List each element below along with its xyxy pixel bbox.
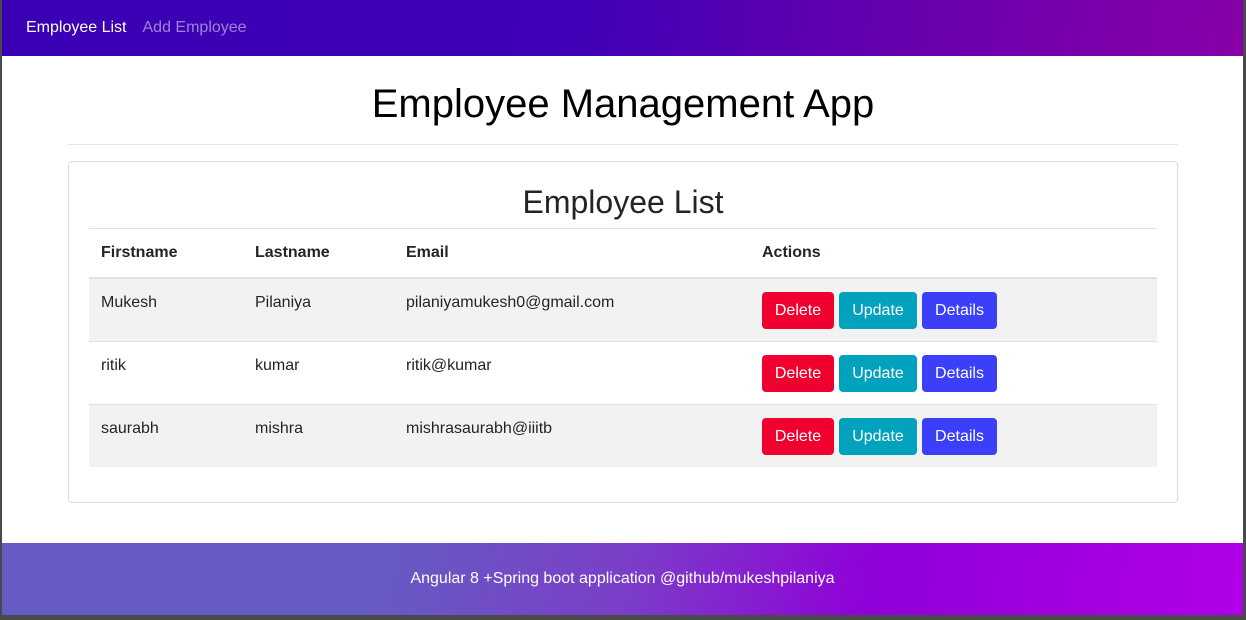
app-window: Employee List Add Employee Employee Mana… [2, 0, 1243, 615]
details-button[interactable]: Details [922, 292, 997, 329]
cell-lastname: mishra [243, 403, 394, 467]
update-button[interactable]: Update [839, 292, 917, 329]
navbar: Employee List Add Employee [2, 0, 1243, 56]
footer-text: Angular 8 +Spring boot application @gith… [410, 570, 835, 587]
cell-lastname: Pilaniya [255, 294, 312, 311]
cell-lastname: kumar [243, 340, 394, 404]
employee-list-card: Employee List Firstname Lastname Email A… [68, 161, 1178, 503]
update-button[interactable]: Update [839, 354, 917, 392]
cell-email: pilaniyamukesh0@gmail.com [406, 294, 615, 311]
details-button[interactable]: Details [922, 354, 997, 392]
title-divider [68, 144, 1178, 145]
details-button[interactable]: Details [922, 417, 997, 455]
table-header-row: Firstname Lastname Email Actions [89, 229, 1157, 279]
employee-list-title: Employee List [522, 184, 724, 220]
column-header-email: Email [394, 229, 750, 279]
delete-button[interactable]: Delete [762, 292, 834, 329]
cell-email: ritik@kumar [394, 340, 750, 404]
cell-firstname: saurabh [89, 403, 243, 467]
cell-actions: Delete Update Details [750, 403, 1157, 467]
nav-link-employee-list[interactable]: Employee List [26, 19, 127, 37]
table-row: ritik kumar ritik@kumar Delete Update Deta… [89, 340, 1157, 404]
cell-firstname: ritik [89, 340, 243, 404]
page-title: Employee Management App [371, 82, 875, 126]
footer: Angular 8 +Spring boot application @gith… [2, 543, 1243, 615]
cell-email: mishrasaurabh@iiitb [394, 403, 750, 467]
delete-button[interactable]: Delete [762, 354, 834, 392]
update-button[interactable]: Update [839, 417, 917, 455]
delete-button[interactable]: Delete [762, 417, 834, 455]
column-header-firstname: Firstname [89, 229, 243, 279]
cell-firstname: Mukesh [101, 294, 158, 311]
table-row: Mukesh Pilaniya pilaniyamukesh0@gmail.co… [89, 278, 1157, 341]
cell-actions: Delete Update Details [750, 278, 1157, 341]
column-header-actions: Actions [750, 229, 1157, 279]
cell-actions: Delete Update Details [750, 340, 1157, 404]
column-header-lastname: Lastname [243, 229, 394, 279]
table-row: saurabh mishra mishrasaurabh@iiitb Delet… [89, 403, 1157, 467]
employee-table: Firstname Lastname Email Actions Mukesh … [89, 229, 1157, 467]
nav-link-add-employee[interactable]: Add Employee [143, 19, 247, 37]
